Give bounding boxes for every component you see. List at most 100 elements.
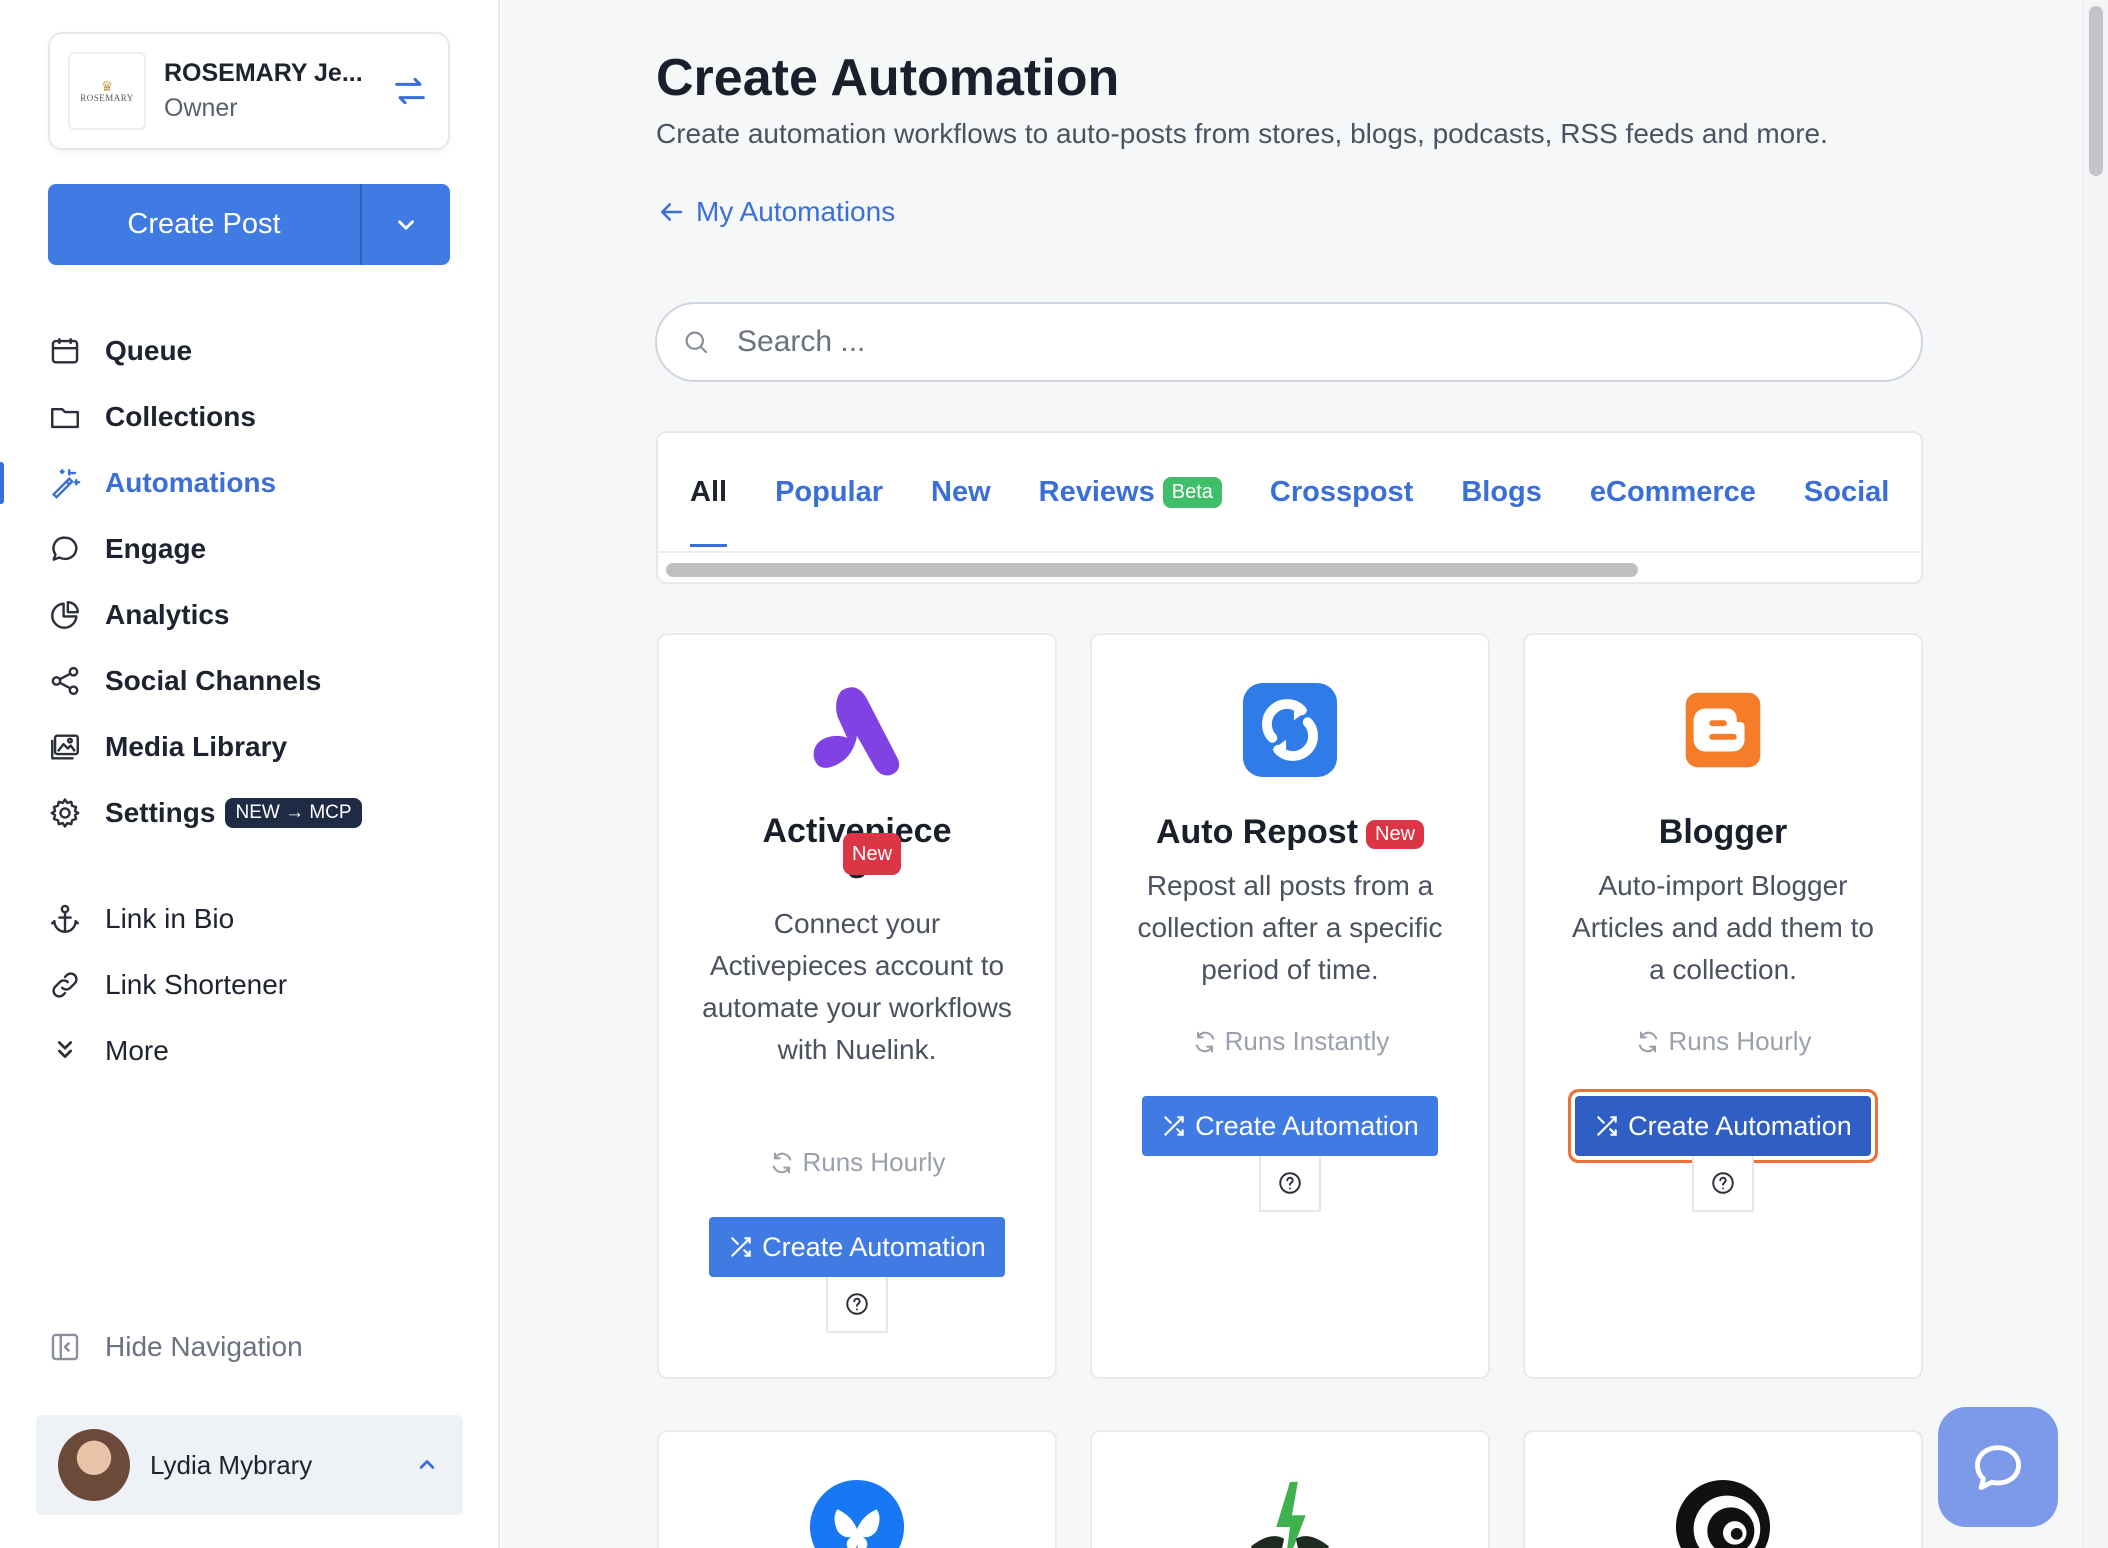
lightning-plant-logo-icon	[1250, 1481, 1330, 1548]
card-frequency: Runs Hourly	[1525, 1026, 1921, 1057]
nav-label: Link in Bio	[105, 903, 235, 934]
shuffle-icon	[1597, 1116, 1617, 1136]
create-automation-button[interactable]: Create Automation	[1575, 1096, 1871, 1156]
chevron-down-icon	[398, 219, 414, 230]
tab-label: Popular	[775, 475, 884, 508]
pie-chart-icon	[51, 601, 79, 629]
nav-item-link-in-bio[interactable]: Link in Bio	[0, 886, 500, 952]
create-automation-button[interactable]: Create Automation	[1142, 1096, 1438, 1156]
workspace-switcher[interactable]: ♛ ROSEMARY ROSEMARY Je... Owner	[48, 32, 450, 150]
refresh-icon	[1195, 1031, 1214, 1052]
collapse-sidebar-icon	[51, 1333, 79, 1361]
nav-label: Collections	[105, 401, 256, 432]
nav-label: Settings	[105, 797, 216, 828]
sidebar: ♛ ROSEMARY ROSEMARY Je... Owner Create P…	[0, 0, 500, 1548]
my-automations-link[interactable]: My Automations	[656, 196, 895, 228]
category-tabs: All Popular New Reviews Beta Crosspost Bl…	[656, 431, 1923, 584]
nav-item-media-library[interactable]: Media Library	[0, 714, 500, 780]
nav-item-social-channels[interactable]: Social Channels	[0, 648, 500, 714]
nav-item-analytics[interactable]: Analytics	[0, 582, 500, 648]
search-bar	[655, 302, 1923, 382]
create-post-button[interactable]: Create Post	[48, 184, 362, 265]
nav-item-engage[interactable]: Engage	[0, 516, 500, 582]
create-post-dropdown[interactable]	[362, 184, 450, 265]
nav-item-link-shortener[interactable]: Link Shortener	[0, 952, 500, 1018]
help-button[interactable]	[826, 1277, 888, 1333]
nav-item-queue[interactable]: Queue	[0, 318, 500, 384]
support-chat-button[interactable]	[1938, 1407, 2058, 1527]
refresh-icon	[773, 1152, 792, 1173]
tab-popular[interactable]: Popular	[775, 476, 883, 509]
create-automation-button[interactable]: Create Automation	[709, 1217, 1005, 1277]
tab-label: Social	[1803, 475, 1890, 508]
search-input[interactable]	[737, 325, 1921, 359]
automation-card-activepieces: Activepiece s New Connect your Activepie…	[657, 633, 1057, 1379]
tab-reviews[interactable]: Reviews Beta	[1039, 476, 1222, 509]
card-frequency-label: Runs Instantly	[1224, 1026, 1390, 1056]
tabs-scrollbar[interactable]	[666, 563, 1638, 577]
nav-label: Link Shortener	[105, 969, 288, 1000]
workspace-role: Owner	[164, 94, 238, 122]
nav-label: Media Library	[105, 731, 288, 762]
beta-badge: Beta	[1162, 476, 1222, 508]
anchor-icon	[51, 904, 79, 933]
card-description: Repost all posts from a collection after…	[1137, 870, 1443, 985]
tab-crosspost[interactable]: Crosspost	[1270, 476, 1413, 509]
folder-icon	[51, 408, 79, 429]
workspace-logo: ♛ ROSEMARY	[68, 52, 146, 130]
create-automation-label: Create Automation	[1628, 1110, 1852, 1141]
page-title: Create Automation	[656, 49, 1120, 107]
page-scrollbar[interactable]	[2082, 0, 2108, 1548]
tab-blogs[interactable]: Blogs	[1461, 476, 1542, 509]
new-badge: New	[1366, 819, 1425, 849]
hide-navigation-button[interactable]: Hide Navigation	[48, 1330, 303, 1364]
tab-all[interactable]: All	[690, 475, 728, 547]
chat-icon	[1975, 1445, 2021, 1490]
calendar-icon	[51, 338, 79, 364]
nav-item-collections[interactable]: Collections	[0, 384, 500, 450]
tab-new[interactable]: New	[931, 476, 991, 509]
help-button[interactable]	[1692, 1156, 1754, 1212]
tab-label: All	[690, 475, 728, 508]
question-circle-icon	[1712, 1172, 1734, 1194]
tab-ecommerce[interactable]: eCommerce	[1590, 476, 1756, 509]
repost-logo-icon	[1242, 682, 1338, 778]
magic-wand-icon	[51, 469, 81, 499]
settings-badge: NEW → MCP	[225, 798, 362, 828]
bluesky-logo-icon	[809, 1479, 905, 1548]
hide-navigation-label: Hide Navigation	[105, 1331, 303, 1362]
chat-bubble-icon	[52, 536, 78, 561]
switch-arrows-icon[interactable]	[390, 71, 430, 111]
card-title-text: Auto Repost	[1155, 813, 1359, 851]
tab-social[interactable]: Social	[1804, 476, 1889, 509]
create-automation-label: Create Automation	[762, 1231, 986, 1262]
gear-icon	[50, 798, 80, 828]
card-description: Auto-import Blogger Articles and add the…	[1572, 870, 1874, 985]
create-post-button-group: Create Post	[48, 184, 450, 265]
nav-label: Social Channels	[105, 665, 322, 696]
help-button[interactable]	[1259, 1156, 1321, 1212]
automation-card-bluesky	[657, 1430, 1057, 1548]
page-subtitle: Create automation workflows to auto-post…	[656, 118, 1828, 149]
tab-list: All Popular New Reviews Beta Crosspost Bl…	[658, 433, 1921, 553]
nav-label: Automations	[105, 467, 277, 498]
page-scrollbar-thumb[interactable]	[2089, 6, 2103, 176]
nav-item-automations[interactable]: Automations	[0, 450, 500, 516]
nav-item-more[interactable]: More	[0, 1018, 500, 1084]
user-menu[interactable]: Lydia Mybrary	[36, 1415, 463, 1515]
automation-card-blogger: Blogger Auto-import Blogger Articles and…	[1523, 633, 1923, 1379]
link-icon	[52, 972, 78, 998]
search-icon	[685, 331, 708, 354]
tab-label: New	[931, 475, 991, 508]
shuffle-icon	[731, 1237, 751, 1257]
arrow-left-icon	[661, 203, 683, 221]
question-circle-icon	[1279, 1172, 1301, 1194]
images-icon	[51, 734, 79, 760]
blogger-logo-icon	[1685, 692, 1761, 768]
user-name: Lydia Mybrary	[150, 1449, 313, 1480]
create-automation-label: Create Automation	[1195, 1110, 1419, 1141]
nav-item-settings[interactable]: Settings NEW → MCP	[0, 780, 500, 846]
automation-card-swirl	[1523, 1430, 1923, 1548]
activepieces-logo-icon	[813, 687, 900, 776]
